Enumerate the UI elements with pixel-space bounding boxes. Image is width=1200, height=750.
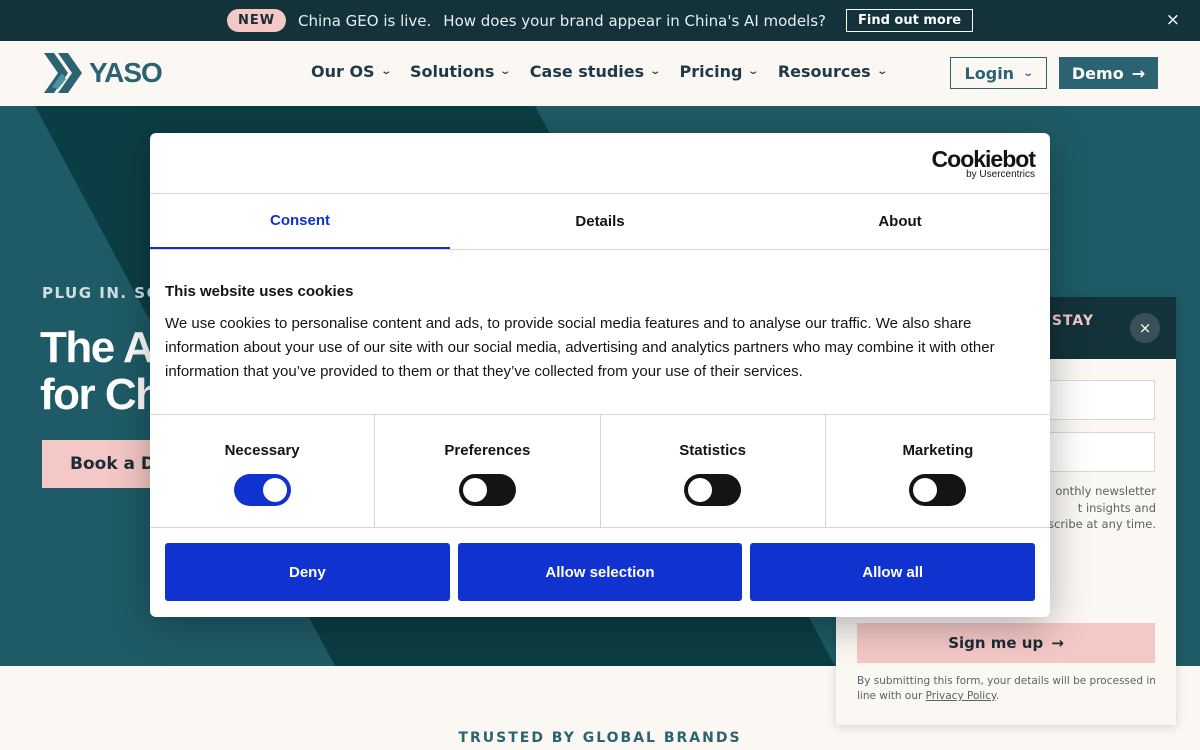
legal-end: . [995,690,1000,702]
allow-all-button[interactable]: Allow all [750,543,1036,601]
announcement-text-1: China GEO is live. [298,11,432,30]
main-nav: Our OS ⌄ Solutions ⌄ Case studies ⌄ Pricing… [311,62,888,81]
announcement-bar: NEW China GEO is live. How does your bra… [0,0,1200,41]
chevron-down-icon: ⌄ [649,66,662,77]
nav-label: Resources [777,62,871,81]
preferences-toggle[interactable] [458,474,516,506]
hero-title-line-2: for Ch [40,370,162,419]
legal-text: By submitting this form, your details wi… [857,675,1156,702]
newsletter-heading: STAY [1051,313,1094,329]
sign-me-up-label: Sign me up [948,634,1044,652]
hero-title-line-1: The A [40,323,155,372]
newsletter-legal: By submitting this form, your details wi… [857,674,1157,704]
nav-label: Pricing [679,62,743,81]
allow-selection-button[interactable]: Allow selection [457,543,743,601]
chevron-down-icon: ⌄ [379,66,392,77]
nav-pricing[interactable]: Pricing ⌄ [679,62,760,81]
category-preferences: Preferences [375,415,601,527]
logo-mark-icon [44,53,82,93]
cookiebot-brand: Cookiebot [931,146,1036,172]
chevron-down-icon: ⌄ [499,66,512,77]
nav-label: Solutions [409,62,495,81]
cookie-categories: Necessary Preferences Statistics Marketi… [150,414,1050,528]
category-marketing: Marketing [826,415,1050,527]
cookie-body-text: We use cookies to personalise content an… [165,315,995,380]
yaso-logo[interactable]: YASO [42,51,163,95]
tab-about[interactable]: About [750,194,1050,249]
demo-label: Demo [1071,63,1124,83]
sign-me-up-button[interactable]: Sign me up → [857,623,1155,663]
nav-case-studies[interactable]: Case studies ⌄ [529,62,662,81]
category-necessary: Necessary [150,415,376,527]
hero-eyebrow: PLUG IN. SC [42,284,160,302]
find-out-more-button[interactable]: Find out more [846,9,974,32]
close-icon[interactable]: × [1130,313,1160,343]
chevron-down-icon: ⌄ [747,66,760,77]
arrow-right-icon: → [1051,634,1064,652]
category-label: Statistics [679,442,746,459]
hero-title: The A for Ch [40,323,162,419]
cookiebot-logo: Cookiebot by Usercentrics [931,146,1036,180]
logo-text: YASO [89,57,163,88]
toggle-knob [262,478,287,502]
login-label: Login [964,63,1015,83]
login-button[interactable]: Login ⌄ [950,57,1047,89]
cookie-heading: This website uses cookies [165,283,354,300]
nav-resources[interactable]: Resources ⌄ [777,62,888,81]
necessary-toggle[interactable] [233,474,291,506]
nav-label: Case studies [529,62,645,81]
nav-our-os[interactable]: Our OS ⌄ [311,62,392,81]
chevron-down-icon: ⌄ [1022,67,1035,79]
category-label: Preferences [444,442,531,459]
category-label: Marketing [902,442,974,459]
privacy-policy-link[interactable]: Privacy Policy [926,690,996,702]
marketing-toggle[interactable] [909,474,967,506]
arrow-right-icon: → [1131,63,1146,83]
deny-button[interactable]: Deny [165,543,450,601]
close-icon[interactable]: × [1166,10,1180,30]
chevron-down-icon: ⌄ [876,66,888,77]
trusted-by-label: TRUSTED BY GLOBAL BRANDS [458,730,742,746]
category-statistics: Statistics [601,415,826,527]
new-badge: NEW [226,9,287,32]
nav-solutions[interactable]: Solutions ⌄ [409,62,512,81]
toggle-knob [688,478,713,502]
cookie-tabs: Consent Details About [150,194,1050,250]
demo-button[interactable]: Demo → [1059,57,1158,89]
site-header: YASO Our OS ⌄ Solutions ⌄ Case studies ⌄ Pr… [0,41,1200,106]
statistics-toggle[interactable] [684,474,742,506]
category-label: Necessary [224,442,300,459]
cookie-consent-dialog: Cookiebot by Usercentrics Consent Detail… [150,133,1050,617]
announcement-text-2: How does your brand appear in China's AI… [443,11,826,30]
cookie-buttons: Deny Allow selection Allow all [165,543,1036,601]
nav-label: Our OS [311,62,375,81]
toggle-knob [913,478,938,502]
tab-consent[interactable]: Consent [150,194,450,249]
tab-details[interactable]: Details [450,194,750,249]
toggle-knob [462,478,487,502]
